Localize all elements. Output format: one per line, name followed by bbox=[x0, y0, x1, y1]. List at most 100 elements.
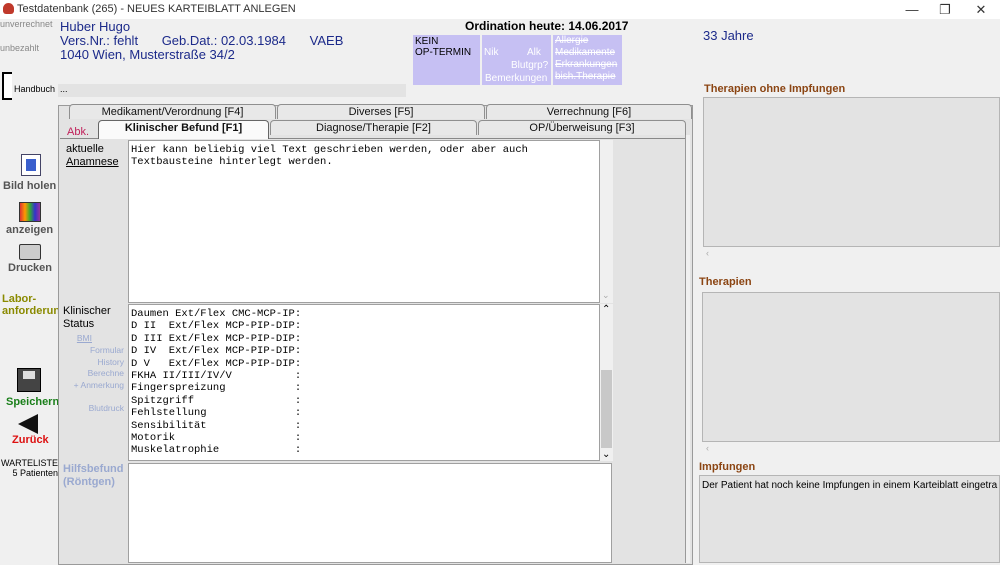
blutdruck-link[interactable]: Blutdruck bbox=[89, 403, 124, 413]
scroll-thumb[interactable] bbox=[601, 370, 612, 448]
anzeigen-button[interactable]: anzeigen bbox=[0, 200, 58, 238]
handbuch-button[interactable]: Handbuch bbox=[2, 72, 58, 102]
hscroll-left-icon[interactable]: ‹ bbox=[706, 248, 709, 258]
display-icon bbox=[19, 202, 41, 222]
therapien-list[interactable] bbox=[702, 292, 1000, 442]
warteliste-label: WARTELISTE bbox=[0, 458, 58, 468]
tab-klinischer-befund[interactable]: Klinischer Befund [F1] bbox=[98, 120, 269, 139]
tab-diverses[interactable]: Diverses [F5] bbox=[277, 104, 485, 119]
therapien-header: Therapien bbox=[699, 276, 752, 288]
back-arrow-icon bbox=[18, 414, 38, 434]
sidebar-unverrechnet[interactable]: unverrechnet bbox=[0, 19, 53, 29]
alk-flag[interactable]: Alk bbox=[527, 47, 541, 58]
speichern-button[interactable]: Speichern bbox=[0, 368, 60, 410]
ordination-date: Ordination heute: 14.06.2017 bbox=[465, 19, 629, 33]
blutgrp-flag[interactable]: Blutgrp? bbox=[511, 60, 548, 71]
sidebar-unbezahlt[interactable]: unbezahlt bbox=[0, 43, 39, 53]
status-label-1: Klinischer bbox=[63, 305, 111, 317]
bemerkungen-flag[interactable]: Bemerkungen bbox=[485, 73, 547, 84]
anamnese-label: aktuelle Anamnese bbox=[66, 143, 119, 169]
anamnese-text: Hier kann beliebig viel Text geschrieben… bbox=[131, 144, 528, 169]
status-links: BMI Formular History Berechne + Anmerkun… bbox=[60, 333, 124, 413]
op-termin-box[interactable]: KEIN OP-TERMIN bbox=[413, 35, 480, 85]
zurueck-label: Zurück bbox=[12, 434, 49, 446]
anmerkung-link[interactable]: + Anmerkung bbox=[74, 380, 124, 390]
maximize-button[interactable]: ❐ bbox=[928, 0, 962, 19]
patient-age: 33 Jahre bbox=[703, 28, 754, 43]
laboranforderung-label: anforderung bbox=[2, 305, 67, 317]
header-notes: ... bbox=[60, 84, 68, 94]
labor-label: Labor- bbox=[2, 293, 37, 305]
zurueck-button[interactable]: Zurück bbox=[0, 414, 58, 450]
berechne-link[interactable]: Berechne bbox=[88, 368, 124, 378]
impfungen-list[interactable]: Der Patient hat noch keine Impfungen in … bbox=[699, 475, 1000, 563]
risk-flags-box[interactable]: Nik Alk Blutgrp? Bemerkungen bbox=[482, 35, 551, 85]
tab-medikament[interactable]: Medikament/Verordnung [F4] bbox=[69, 104, 276, 119]
laboranforderung-button[interactable]: Labor- anforderung bbox=[2, 293, 67, 323]
printer-icon bbox=[19, 244, 41, 260]
op-termin-line1: KEIN bbox=[415, 36, 439, 47]
status-textarea[interactable]: Daumen Ext/Flex CMC-MCP-IP: D II Ext/Fle… bbox=[128, 304, 600, 461]
gebdat-label: Geb.Dat.: bbox=[161, 33, 218, 48]
bild-holen-label: Bild holen bbox=[3, 180, 57, 192]
status-text: Daumen Ext/Flex CMC-MCP-IP: D II Ext/Fle… bbox=[131, 308, 302, 457]
history-flags-box[interactable]: Allergie Medikamente Erkrankungen bish.T… bbox=[553, 35, 622, 85]
window-subtitle: NEUES KARTEIBLATT ANLEGEN bbox=[127, 3, 296, 15]
impfungen-header: Impfungen bbox=[699, 461, 756, 473]
tab-verrechnung[interactable]: Verrechnung [F6] bbox=[486, 104, 692, 119]
hilfsbefund-textarea[interactable] bbox=[128, 463, 612, 563]
therapien-ohne-impfungen-list[interactable] bbox=[703, 97, 1000, 247]
nik-flag[interactable]: Nik bbox=[484, 47, 498, 58]
history-link[interactable]: History bbox=[98, 357, 124, 367]
impfungen-text: Der Patient hat noch keine Impfungen in … bbox=[702, 480, 998, 491]
speichern-label: Speichern bbox=[6, 396, 60, 408]
handbuch-label: Handbuch bbox=[14, 84, 56, 94]
gebdat-value: 02.03.1984 bbox=[220, 33, 287, 48]
anamnese-scrollbar[interactable]: ⌄ bbox=[600, 140, 613, 303]
drucken-label: Drucken bbox=[8, 262, 53, 274]
abk-link[interactable]: Abk. bbox=[67, 126, 89, 138]
bmi-link[interactable]: BMI bbox=[77, 333, 92, 343]
minimize-button[interactable]: — bbox=[895, 0, 929, 19]
anamnese-label-1: aktuelle bbox=[66, 143, 104, 155]
scroll-up-icon[interactable]: ⌃ bbox=[602, 304, 610, 315]
title-bar: Testdatenbank (265) - NEUES KARTEIBLATT … bbox=[0, 0, 1000, 19]
hilfsbefund-label: Hilfsbefund (Röntgen) bbox=[63, 463, 124, 489]
therapien-ohne-impfungen-header: Therapien ohne Impfungen bbox=[704, 83, 846, 95]
warteliste[interactable]: WARTELISTE 5 Patienten bbox=[0, 458, 58, 478]
anamnese-textarea[interactable]: Hier kann beliebig viel Text geschrieben… bbox=[128, 140, 600, 303]
op-termin-line2: OP-TERMIN bbox=[415, 47, 472, 58]
hilfsbefund-label-2: (Röntgen) bbox=[63, 476, 115, 488]
tab-diagnose[interactable]: Diagnose/Therapie [F2] bbox=[270, 120, 477, 135]
hilfsbefund-label-1: Hilfsbefund bbox=[63, 463, 124, 475]
formular-link[interactable]: Formular bbox=[90, 345, 124, 355]
versnr-value: fehlt bbox=[113, 33, 139, 48]
patient-address: 1040 Wien, Musterstraße 34/2 bbox=[60, 47, 235, 62]
status-scrollbar[interactable]: ⌃ ⌄ bbox=[600, 304, 613, 461]
anzeigen-label: anzeigen bbox=[6, 224, 54, 236]
tab-content-strip bbox=[685, 135, 690, 563]
floppy-disk-icon bbox=[17, 368, 41, 392]
book-icon bbox=[2, 72, 12, 100]
status-label-2: Status bbox=[63, 318, 95, 330]
scroll-down-icon-2[interactable]: ⌄ bbox=[602, 449, 610, 460]
kasse: VAEB bbox=[309, 33, 344, 48]
allergie-flag[interactable]: Allergie bbox=[555, 35, 622, 47]
tab-op-ueberweisung[interactable]: OP/Überweisung [F3] bbox=[478, 120, 686, 135]
status-label: Klinischer Status bbox=[63, 305, 111, 331]
bild-holen-button[interactable]: Bild holen bbox=[0, 154, 58, 194]
patient-info-line: Vers.Nr.: fehlt Geb.Dat.: 02.03.1984 VAE… bbox=[60, 33, 343, 48]
image-import-icon bbox=[21, 154, 41, 176]
erkrankungen-flag[interactable]: Erkrankungen bbox=[555, 59, 622, 71]
close-button[interactable]: ✕ bbox=[964, 0, 998, 19]
drucken-button[interactable]: Drucken bbox=[0, 244, 58, 276]
window-title: Testdatenbank (265) - bbox=[17, 3, 125, 15]
header-notes-strip[interactable]: ... bbox=[58, 84, 406, 97]
app-icon bbox=[3, 3, 14, 14]
hscroll-left-icon-2[interactable]: ‹ bbox=[706, 443, 709, 453]
versnr-label: Vers.Nr.: bbox=[60, 33, 110, 48]
anamnese-label-2: Anamnese bbox=[66, 156, 119, 168]
medikamente-flag[interactable]: Medikamente bbox=[555, 47, 622, 59]
bisher-therapie-flag[interactable]: bish.Therapie bbox=[555, 71, 622, 83]
scroll-down-icon[interactable]: ⌄ bbox=[602, 290, 610, 301]
